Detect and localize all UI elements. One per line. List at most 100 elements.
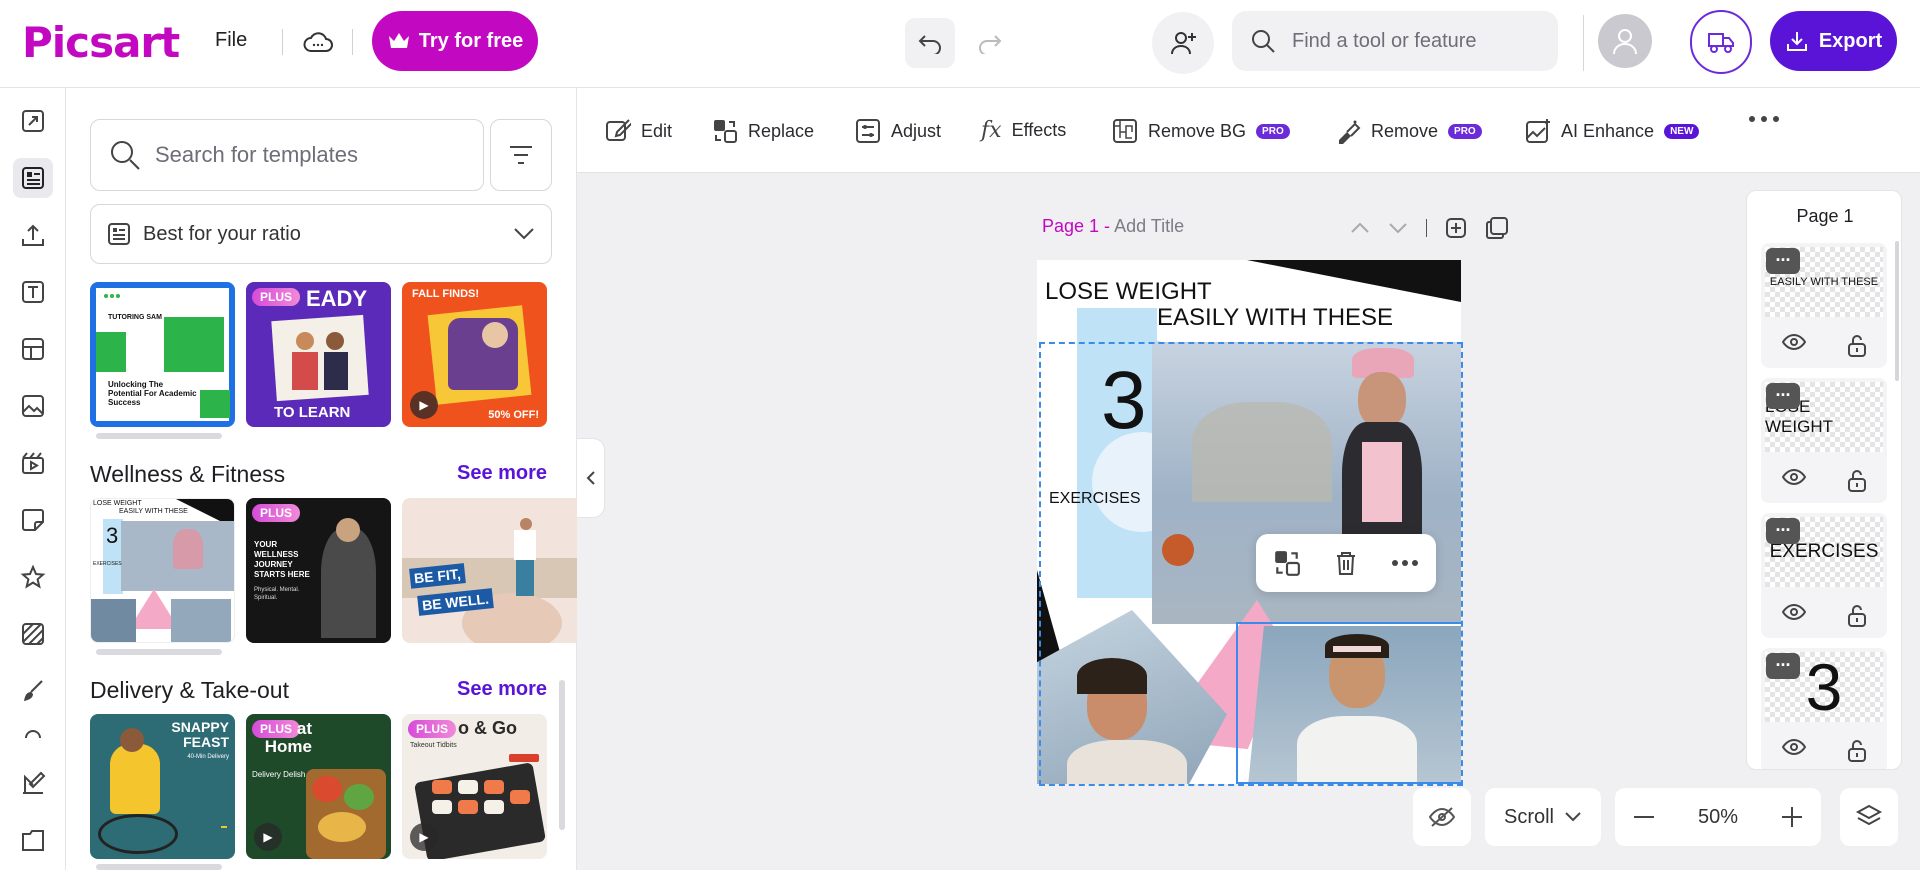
layers-toggle-button[interactable] [1840,788,1898,846]
delivery-truck-icon [1708,33,1734,53]
unlock-icon[interactable] [1847,604,1867,628]
chevron-down-icon[interactable] [1388,222,1408,234]
add-title-input[interactable]: Add Title [1114,216,1184,236]
zoom-level[interactable]: 50% [1698,806,1738,829]
cloud-icon[interactable] [300,24,336,60]
layers-panel: Page 1 EASILY WITH THESE ... LOSE WEIGHT… [1746,190,1902,770]
eye-icon[interactable] [1781,604,1806,620]
rail-stickers-icon[interactable] [13,500,53,540]
tool-remove-bg[interactable]: Remove BG PRO [1112,118,1290,144]
plus-badge: PLUS [408,720,457,738]
tool-ai-enhance[interactable]: AI Enhance NEW [1525,118,1700,144]
template-thumb[interactable]: SNAPPY FEAST 40-Min Delivery [90,714,235,859]
object-toolbar: Edit Replace Adjust fx Effects Remove BG… [577,88,1920,173]
eye-icon[interactable] [1781,739,1806,755]
user-icon [1613,29,1637,55]
template-thumb[interactable]: PLUS at Home Delivery Delish ▶ [246,714,391,859]
section-title: Wellness & Fitness [90,461,286,487]
filter-button[interactable] [490,119,552,191]
avatar[interactable] [1598,14,1652,68]
rail-my-files-icon[interactable] [13,820,53,860]
carousel-scrollbar[interactable] [96,433,222,439]
template-thumb-subtitle: EASILY WITH THESE [119,508,188,515]
headline-text[interactable]: LOSE WEIGHT [1045,278,1212,306]
file-menu[interactable]: File [215,29,247,52]
page-number-label: Page 1 - [1042,216,1111,236]
tool-replace[interactable]: Replace [712,118,814,144]
layer-menu-button[interactable]: ... [1766,246,1800,274]
hide-button[interactable] [1413,788,1471,846]
duplicate-page-icon[interactable] [1485,216,1509,240]
collapse-panel-button[interactable] [577,438,605,518]
ratio-dropdown[interactable]: Best for your ratio [90,204,552,264]
template-thumb[interactable]: FALL FINDS! 50% OFF! ▶ [402,282,547,427]
layer-item[interactable]: EXERCISES ... [1761,513,1887,638]
unlock-icon[interactable] [1847,739,1867,763]
layer-preview-text: EXERCISES [1769,541,1879,562]
eye-icon[interactable] [1781,334,1806,350]
layers-scrollbar[interactable] [1895,241,1899,381]
tool-remove[interactable]: Remove PRO [1335,118,1482,144]
rail-draw-icon[interactable] [13,671,53,711]
trash-icon[interactable] [1334,550,1358,576]
eye-icon[interactable] [1781,469,1806,485]
export-label: Export [1818,29,1883,52]
page-title[interactable]: Page 1 - Add Title [1042,216,1184,237]
template-search-input[interactable]: Search for templates [90,119,484,191]
template-thumb[interactable]: BE FIT, BE WELL. [402,498,577,643]
invite-button[interactable] [1152,12,1214,74]
template-thumb[interactable]: PLUS o & Go Takeout Tidbits ▶ [402,714,547,859]
layer-item[interactable]: LOSE WEIGHT ... [1761,378,1887,503]
rail-photos-icon[interactable] [13,386,53,426]
rail-favorites-icon[interactable] [13,557,53,597]
carousel-scrollbar[interactable] [96,864,222,870]
panel-scrollbar[interactable] [559,680,565,830]
layer-menu-button[interactable]: ... [1766,516,1800,544]
redo-button[interactable] [965,18,1015,68]
black-triangle-shape[interactable] [1247,260,1461,302]
layer-menu-button[interactable]: ... [1766,381,1800,409]
add-page-icon[interactable] [1445,217,1467,239]
template-thumb-subtitle: 50% OFF! [488,409,539,421]
unlock-icon[interactable] [1847,469,1867,493]
template-thumb[interactable]: LOSE WEIGHT EASILY WITH THESE 3 EXERCISE… [90,498,235,643]
undo-button[interactable] [905,18,955,68]
tool-effects[interactable]: fx Effects [981,118,1066,143]
rail-more-icon[interactable] [13,728,53,746]
replace-icon[interactable] [1273,549,1301,577]
more-horizontal-icon[interactable] [1391,559,1419,567]
rail-background-icon[interactable] [13,614,53,654]
rail-upload-icon[interactable] [13,215,53,255]
rail-video-icon[interactable] [13,443,53,483]
more-tools-button[interactable] [1747,114,1781,124]
try-for-free-button[interactable]: Try for free [372,11,538,71]
export-button[interactable]: Export [1770,11,1897,71]
tool-search-input[interactable]: Find a tool or feature [1232,11,1558,71]
layer-menu-button[interactable]: ... [1766,651,1800,679]
layer-item[interactable]: 3 ... [1761,648,1887,769]
layer-item[interactable]: EASILY WITH THESE ... [1761,243,1887,368]
delivery-promo-button[interactable] [1690,10,1752,74]
subheadline-text[interactable]: EASILY WITH THESE [1157,304,1393,332]
carousel-scrollbar[interactable] [96,649,222,655]
rail-brand-kit-icon[interactable] [13,763,53,803]
rail-layout-icon[interactable] [13,329,53,369]
chevron-up-icon[interactable] [1350,222,1370,234]
rail-templates-icon[interactable] [13,158,53,198]
eye-off-icon [1428,807,1456,827]
rail-resize-icon[interactable] [13,101,53,141]
unlock-icon[interactable] [1847,334,1867,358]
see-more-link[interactable]: See more [457,462,547,485]
tool-adjust[interactable]: Adjust [855,118,941,144]
zoom-out-icon[interactable] [1633,815,1655,819]
template-thumb[interactable]: PLUS EADY TO LEARN [246,282,391,427]
view-mode-dropdown[interactable]: Scroll [1485,788,1601,846]
template-thumb[interactable]: TUTORING SAM Unlocking The Potential For… [90,282,235,427]
tool-edit[interactable]: Edit [605,118,672,144]
rail-text-icon[interactable] [13,272,53,312]
see-more-link[interactable]: See more [457,678,547,701]
zoom-in-icon[interactable] [1781,806,1803,828]
picsart-logo[interactable]: Picsart [22,18,180,67]
crown-icon [388,33,409,48]
template-thumb[interactable]: PLUS YOUR WELLNESS JOURNEY STARTS HERE P… [246,498,391,643]
